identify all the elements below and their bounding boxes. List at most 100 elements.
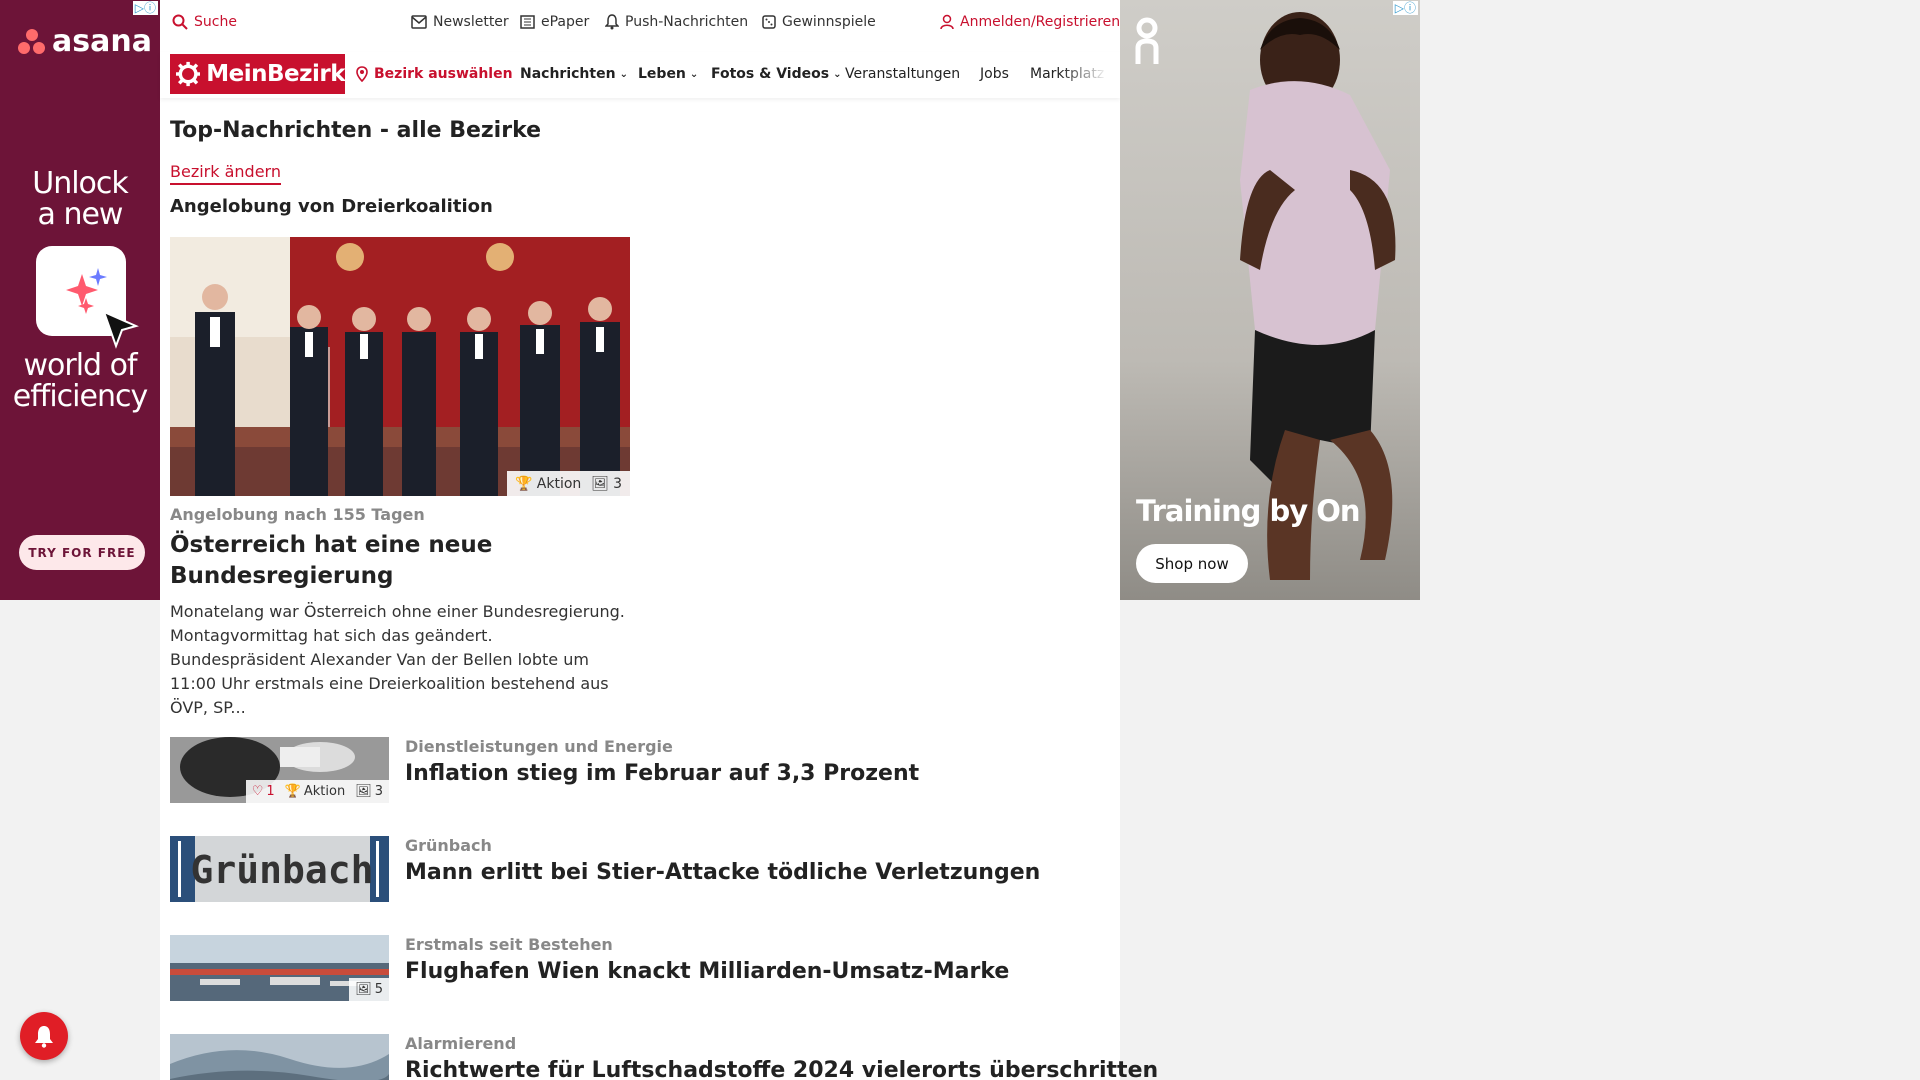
- nav-fade-overlay: [1060, 52, 1120, 98]
- likes-count: 1: [266, 784, 275, 799]
- image-icon: 🖼: [591, 475, 610, 492]
- search-label: Suche: [194, 14, 237, 30]
- photos-badge: 🖼 3: [355, 784, 383, 799]
- ad-headline-line: efficiency: [12, 379, 148, 414]
- user-icon: [940, 14, 954, 30]
- hero-kicker: Angelobung nach 155 Tagen: [170, 505, 425, 524]
- list-item[interactable]: 🖼 5 Erstmals seit Bestehen Flughafen Wien…: [170, 935, 1110, 1001]
- bell-icon: [35, 1026, 53, 1048]
- action-label: Aktion: [536, 475, 582, 492]
- top-utility-bar: Suche Newsletter ePaper Push-Nachrichten…: [160, 0, 1120, 46]
- teaser-badges: ♡ 1 🏆 Aktion 🖼 3: [245, 780, 389, 803]
- bell-icon: [605, 14, 619, 30]
- heart-icon: ♡: [251, 784, 264, 799]
- meinbezirk-logo[interactable]: MeinBezirk: [170, 54, 345, 94]
- hero-photos-badge: 🖼 3: [591, 476, 622, 492]
- ad-headline-line: world of: [23, 348, 137, 383]
- asana-dots-icon: [18, 28, 46, 55]
- gewinnspiele-link[interactable]: Gewinnspiele: [762, 14, 876, 30]
- ad-headline-line: a new: [37, 197, 124, 232]
- nav-item-fotos-videos[interactable]: Fotos & Videos ⌄: [711, 66, 841, 82]
- hero-title-link[interactable]: Österreich hat eine neue Bundesregierung: [170, 530, 630, 592]
- bezirk-aendern-link[interactable]: Bezirk ändern: [170, 162, 281, 185]
- teaser-title-link[interactable]: Mann erlitt bei Stier-Attacke tödliche V…: [405, 860, 1040, 885]
- sparkle-app-icon: [36, 246, 139, 349]
- photo-count: 3: [374, 784, 383, 799]
- push-label: Push-Nachrichten: [625, 14, 749, 30]
- photos-badge: 🖼 5: [355, 982, 383, 997]
- ad-choices-icon[interactable]: ▷ⓘ: [132, 1, 158, 15]
- action-badge: 🏆 Aktion: [285, 784, 346, 799]
- nav-item-leben[interactable]: Leben ⌄: [638, 66, 698, 82]
- teaser-badges: 🖼 5: [349, 978, 389, 1001]
- bezirk-select-link[interactable]: Bezirk auswählen: [356, 66, 513, 82]
- list-item[interactable]: Alarmierend Richtwerte für Luftschadstof…: [170, 1034, 1158, 1080]
- chevron-down-icon: ⌄: [833, 68, 842, 80]
- section-title: Angelobung von Dreierkoalition: [170, 196, 493, 217]
- search-icon: [172, 14, 188, 30]
- ad-headline-bottom: world of efficiency: [0, 350, 160, 412]
- try-for-free-button[interactable]: TRY FOR FREE: [19, 535, 145, 570]
- main-navigation: MeinBezirk Bezirk auswählen Nachrichten ⌄…: [160, 52, 1120, 98]
- likes-badge: ♡ 1: [252, 784, 275, 799]
- teaser-thumbnail[interactable]: 🖼 5: [170, 935, 389, 1001]
- dice-icon: [762, 15, 776, 29]
- nav-item-nachrichten[interactable]: Nachrichten ⌄: [520, 66, 628, 82]
- epaper-link[interactable]: ePaper: [519, 14, 589, 30]
- teaser-kicker: Alarmierend: [405, 1034, 517, 1053]
- logo-gear-icon: [176, 61, 201, 87]
- teaser-thumbnail[interactable]: [170, 1034, 389, 1080]
- login-label: Anmelden/Registrieren: [960, 14, 1121, 30]
- photo-count: 3: [613, 475, 622, 492]
- hero-badges: 🏆 Aktion 🖼 3: [507, 471, 630, 496]
- nav-label: Jobs: [980, 66, 1009, 82]
- teaser-thumbnail[interactable]: Grünbach: [170, 836, 389, 902]
- push-notifications-link[interactable]: Push-Nachrichten: [605, 14, 748, 30]
- teaser-title-link[interactable]: Inflation stieg im Februar auf 3,3 Proze…: [405, 761, 919, 786]
- asana-logo: asana: [18, 24, 152, 59]
- hero-image[interactable]: 🏆 Aktion 🖼 3: [170, 237, 630, 496]
- action-label: Aktion: [303, 784, 346, 799]
- teaser-title-link[interactable]: Flughafen Wien knackt Milliarden-Umsatz-…: [405, 959, 1009, 984]
- notification-bell-button[interactable]: [20, 1012, 68, 1060]
- nav-label: Leben: [638, 66, 686, 82]
- hero-teaser-text: Monatelang war Österreich ohne einer Bun…: [170, 602, 625, 717]
- list-item[interactable]: ♡ 1 🏆 Aktion 🖼 3 Dienstleistungen und Energ…: [170, 737, 1110, 803]
- list-item[interactable]: Grünbach Grünbach Mann erlitt bei Stier-…: [170, 836, 1110, 902]
- newsletter-label: Newsletter: [433, 14, 509, 30]
- teaser-kicker: Grünbach: [405, 836, 492, 855]
- newspaper-icon: [520, 15, 535, 29]
- nav-item-jobs[interactable]: Jobs: [980, 66, 1009, 82]
- photo-count: 5: [374, 982, 383, 997]
- login-link[interactable]: Anmelden/Registrieren: [940, 14, 1120, 30]
- mail-icon: [411, 15, 427, 29]
- asana-brand-text: asana: [52, 24, 152, 59]
- ad-headline-line: Unlock: [32, 166, 129, 201]
- asana-ad[interactable]: ▷ⓘ asana Unlock a new world of efficienc…: [0, 0, 160, 600]
- main-content: Suche Newsletter ePaper Push-Nachrichten…: [160, 0, 1158, 1080]
- logo-text: MeinBezirk: [206, 61, 345, 87]
- on-running-ad[interactable]: ▷ⓘ Training by On Shop now: [1120, 0, 1420, 600]
- epaper-label: ePaper: [541, 14, 590, 30]
- page-title: Top-Nachrichten - alle Bezirke: [170, 118, 542, 143]
- ad-title: Training by On: [1136, 494, 1361, 528]
- nav-item-veranstaltungen[interactable]: Veranstaltungen: [845, 66, 960, 82]
- teaser-thumbnail[interactable]: ♡ 1 🏆 Aktion 🖼 3: [170, 737, 389, 803]
- nav-label: Nachrichten: [520, 66, 616, 82]
- bezirk-label: Bezirk auswählen: [374, 66, 513, 82]
- sign-text: Grünbach: [190, 848, 373, 892]
- trophy-icon: 🏆: [284, 784, 301, 799]
- teaser-kicker: Erstmals seit Bestehen: [405, 935, 613, 954]
- teaser-kicker: Dienstleistungen und Energie: [405, 737, 673, 756]
- shop-now-button[interactable]: Shop now: [1136, 544, 1248, 583]
- image-icon: 🖼: [355, 982, 372, 997]
- trophy-icon: 🏆: [515, 475, 533, 492]
- nav-label: Veranstaltungen: [845, 66, 961, 82]
- newsletter-link[interactable]: Newsletter: [411, 14, 509, 30]
- teaser-title-link[interactable]: Richtwerte für Luftschadstoffe 2024 viel…: [405, 1058, 1158, 1080]
- chevron-down-icon: ⌄: [619, 68, 628, 80]
- image-icon: 🖼: [355, 784, 372, 799]
- search-link[interactable]: Suche: [172, 14, 237, 30]
- hero-action-badge: 🏆 Aktion: [515, 476, 581, 492]
- nav-label: Fotos & Videos: [711, 66, 830, 82]
